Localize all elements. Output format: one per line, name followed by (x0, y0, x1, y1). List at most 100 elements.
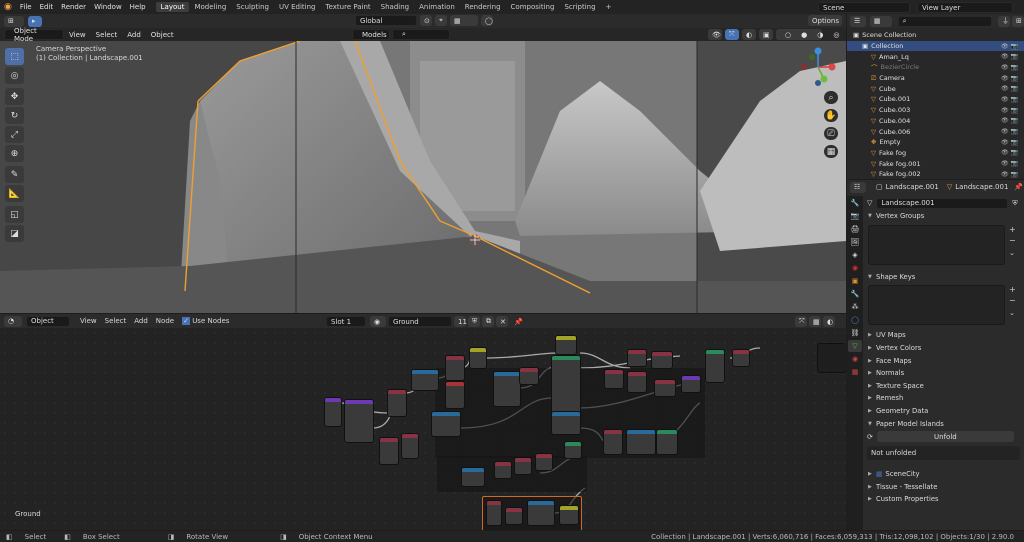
particles-tab-icon[interactable]: ⁂ (848, 301, 862, 313)
object-tab-icon[interactable]: ▣ (848, 275, 862, 287)
tab-modeling[interactable]: Modeling (189, 2, 231, 12)
constraints-tab-icon[interactable]: ⛓ (848, 327, 862, 339)
node[interactable] (657, 430, 677, 454)
menu-edit[interactable]: Edit (36, 3, 58, 11)
node[interactable] (432, 412, 460, 436)
vertex-groups-list[interactable] (868, 224, 1005, 265)
visibility-icon[interactable]: 👁 📷 (1001, 160, 1018, 167)
node[interactable] (528, 501, 554, 525)
blender-logo-icon[interactable]: ◉ (0, 2, 16, 12)
transform-orientation[interactable]: Global (355, 15, 417, 26)
pin-icon[interactable]: 📌 (510, 316, 523, 327)
material-users[interactable]: 11 (454, 316, 467, 327)
node[interactable] (495, 462, 511, 478)
section-normals[interactable]: ▶ Normals (863, 367, 1024, 380)
view-layer-field[interactable]: View Layer (917, 2, 1013, 13)
menu-render[interactable]: Render (57, 3, 90, 11)
visibility-icon[interactable]: 👁 📷 (1001, 171, 1018, 178)
modifier-tab-icon[interactable]: 🔧 (848, 288, 862, 300)
node-editor-type-icon[interactable]: ◔ (4, 315, 22, 327)
section-custom-properties[interactable]: ▶ Custom Properties (863, 493, 1024, 506)
node[interactable] (506, 508, 522, 524)
zoom-icon[interactable]: ⌕ (824, 91, 838, 104)
node[interactable] (733, 350, 749, 366)
ne-menu-select[interactable]: Select (101, 317, 131, 325)
filter-icon[interactable]: ⏚ (998, 15, 1010, 27)
solid-shading-icon[interactable]: ● (796, 31, 812, 39)
remove-vertex-group-icon[interactable]: − (1009, 236, 1016, 245)
node[interactable] (536, 454, 552, 470)
outliner-item[interactable]: ▽ Cube.006 👁 📷 (847, 126, 1024, 137)
fake-user-icon[interactable]: ⛨ (1012, 199, 1017, 208)
section-vertex-colors[interactable]: ▶ Vertex Colors (863, 342, 1024, 355)
section-uv-maps[interactable]: ▶ UV Maps (863, 329, 1024, 342)
visibility-icon[interactable]: 👁 📷 (1001, 43, 1018, 50)
section-texture-space[interactable]: ▶ Texture Space (863, 380, 1024, 393)
section-scenecity[interactable]: ▶ ▦ SceneCity (863, 468, 1024, 481)
mode-selector[interactable]: Object Mode (4, 27, 64, 43)
visibility-icon[interactable]: 👁 📷 (1001, 96, 1018, 103)
node[interactable] (604, 430, 622, 454)
menu-window[interactable]: Window (90, 3, 126, 11)
vertex-groups-header[interactable]: ▼ Vertex Groups (863, 210, 1024, 223)
texture-tab-icon[interactable]: ▦ (848, 366, 862, 378)
proportional-icon[interactable]: ◯ (481, 15, 493, 26)
outliner-item[interactable]: ▣ Collection 👁 📷 (847, 40, 1024, 52)
node[interactable] (628, 372, 646, 392)
options-button[interactable]: Options (808, 15, 842, 26)
node-editor-canvas[interactable]: Ground (0, 328, 846, 530)
unfold-button[interactable]: Unfold (876, 431, 1014, 443)
tab-compositing[interactable]: Compositing (506, 2, 560, 12)
node-overlay-icon[interactable]: ◐ (823, 316, 835, 327)
node[interactable] (380, 438, 398, 464)
node[interactable] (682, 376, 700, 392)
visibility-icon[interactable]: 👁 📷 (1001, 53, 1018, 60)
world-tab-icon[interactable]: ◉ (848, 262, 862, 274)
outliner-item[interactable]: ▽ Fake fog.001 👁 📷 (847, 158, 1024, 169)
node-output[interactable] (818, 344, 846, 372)
node[interactable] (605, 370, 623, 388)
tab-animation[interactable]: Animation (414, 2, 460, 12)
section-geometry-data[interactable]: ▶ Geometry Data (863, 405, 1024, 418)
perspective-toggle-icon[interactable]: ▦ (824, 145, 838, 158)
visibility-icon[interactable]: 👁 📷 (1001, 128, 1018, 135)
node[interactable] (560, 506, 578, 524)
pan-hand-icon[interactable]: ✋ (824, 109, 838, 122)
menu-add[interactable]: Add (122, 31, 146, 39)
tab-rendering[interactable]: Rendering (460, 2, 506, 12)
node-frame[interactable] (437, 456, 587, 492)
measure-icon[interactable]: 📐 (5, 185, 24, 202)
menu-dropdown-icon[interactable]: ⌄ (1009, 309, 1015, 317)
tab-texture-paint[interactable]: Texture Paint (321, 2, 376, 12)
snap-icon[interactable]: ⌖ (435, 15, 447, 26)
menu-file[interactable]: File (16, 3, 36, 11)
xray-icon[interactable]: ▣ (759, 29, 773, 40)
outliner-item[interactable]: ⎚ Camera 👁 📷 (847, 73, 1024, 84)
outliner-item[interactable]: ▽ Cube.004 👁 📷 (847, 116, 1024, 127)
gizmo-icon[interactable]: ⤧ (725, 29, 739, 40)
rendered-shading-icon[interactable]: ◎ (828, 31, 844, 39)
move-icon[interactable]: ✥ (5, 88, 24, 105)
select-mode-icon[interactable]: ▸ (28, 15, 42, 27)
snap-node-icon[interactable]: ⤧ (795, 316, 807, 327)
node[interactable] (552, 356, 580, 416)
slot-dropdown[interactable]: Slot 1 (326, 316, 366, 327)
visibility-icon[interactable]: 👁 📷 (1001, 64, 1018, 71)
wireframe-shading-icon[interactable]: ○ (780, 31, 796, 39)
remove-shape-key-icon[interactable]: − (1009, 296, 1016, 305)
outliner-item[interactable]: ▽ Cube.001 👁 📷 (847, 94, 1024, 105)
node[interactable] (652, 352, 672, 368)
3d-viewport[interactable]: Camera Perspective (1) Collection | Land… (0, 41, 846, 313)
overlay-icon[interactable]: ◐ (742, 29, 756, 40)
shape-keys-list[interactable] (868, 285, 1005, 326)
visibility-icon[interactable]: 👁 📷 (1001, 75, 1018, 82)
outliner-item[interactable]: ▽ Aman_Lq 👁 📷 (847, 51, 1024, 62)
node[interactable] (412, 370, 438, 390)
visibility-icon[interactable]: 👁 📷 (1001, 107, 1018, 114)
material-browse-icon[interactable]: ◉ (370, 316, 386, 327)
snap-target[interactable]: ▦ (450, 15, 478, 26)
viewport-search-input[interactable]: ⌕ (392, 29, 450, 40)
add-vertex-group-icon[interactable]: + (1009, 225, 1016, 234)
new-collection-icon[interactable]: ⊞ (1012, 15, 1024, 27)
node[interactable] (494, 372, 520, 406)
